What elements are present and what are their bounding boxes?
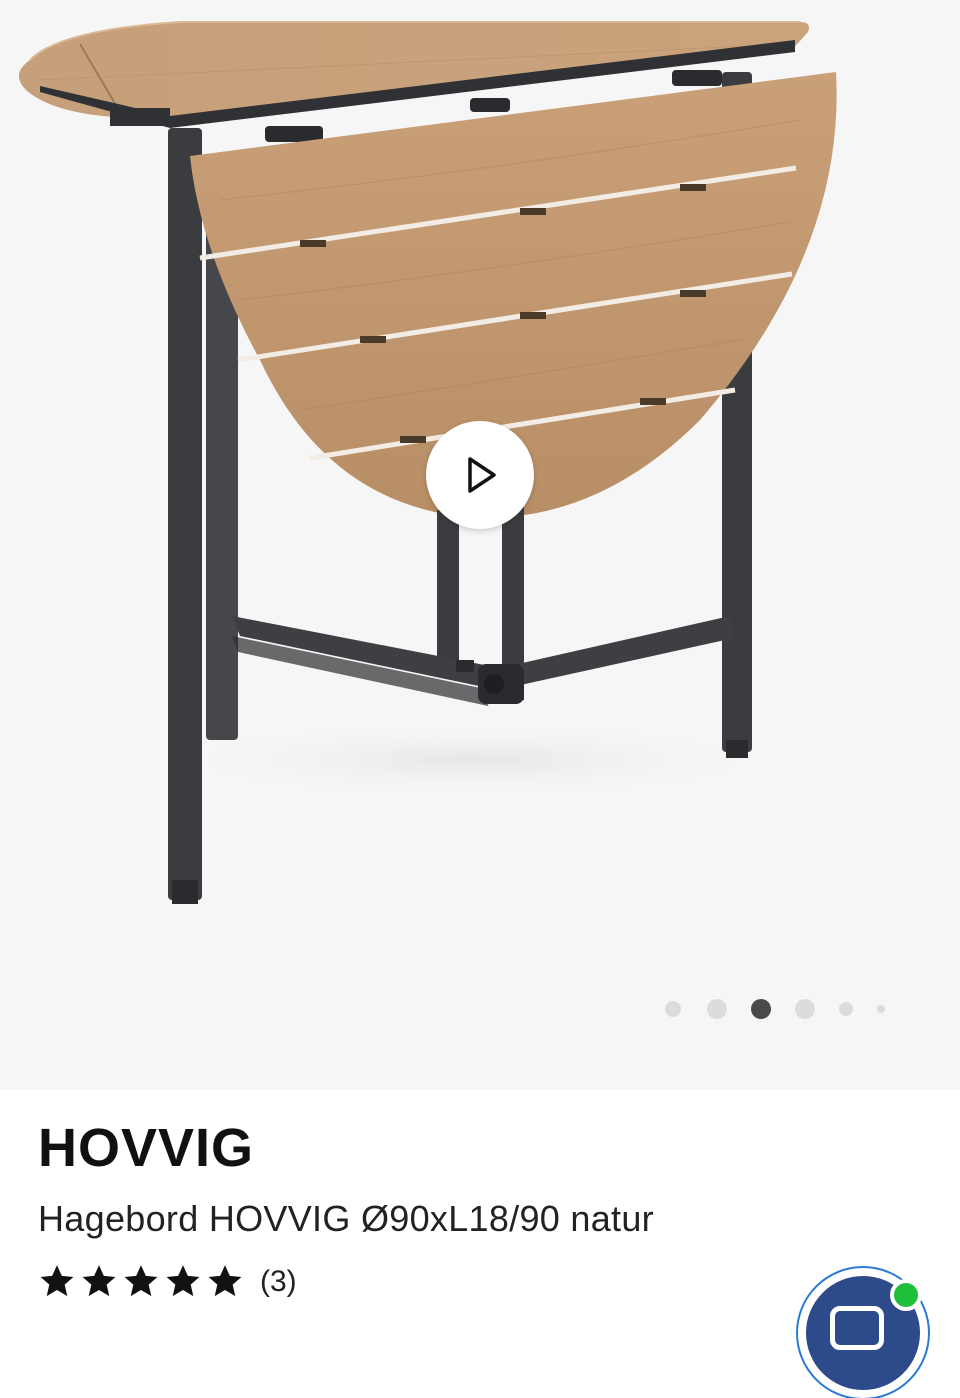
pagination-dot[interactable] xyxy=(665,1001,681,1017)
product-image xyxy=(18,21,837,904)
star-icon xyxy=(166,1265,200,1297)
star-icon xyxy=(82,1265,116,1297)
star-icon xyxy=(208,1265,242,1297)
product-brand: HOVVIG xyxy=(38,1118,255,1178)
gallery-pagination xyxy=(665,998,885,1020)
star-icon xyxy=(40,1265,74,1297)
review-count[interactable]: (3) xyxy=(260,1265,297,1299)
pagination-dot[interactable] xyxy=(839,1002,853,1016)
chat-icon xyxy=(830,1306,884,1350)
pagination-dot-active[interactable] xyxy=(751,999,771,1019)
product-subtitle: Hagebord HOVVIG Ø90xL18/90 natur xyxy=(38,1198,654,1239)
pagination-dot[interactable] xyxy=(795,999,815,1019)
product-image-gallery[interactable] xyxy=(0,0,960,1090)
star-icon xyxy=(124,1265,158,1297)
play-icon xyxy=(468,457,496,493)
pagination-dot[interactable] xyxy=(707,999,727,1019)
rating-stars xyxy=(38,1264,244,1300)
product-rating[interactable]: (3) xyxy=(38,1262,297,1302)
play-video-button[interactable] xyxy=(426,421,534,529)
pagination-dot[interactable] xyxy=(877,1005,885,1013)
online-status-indicator xyxy=(890,1279,922,1311)
